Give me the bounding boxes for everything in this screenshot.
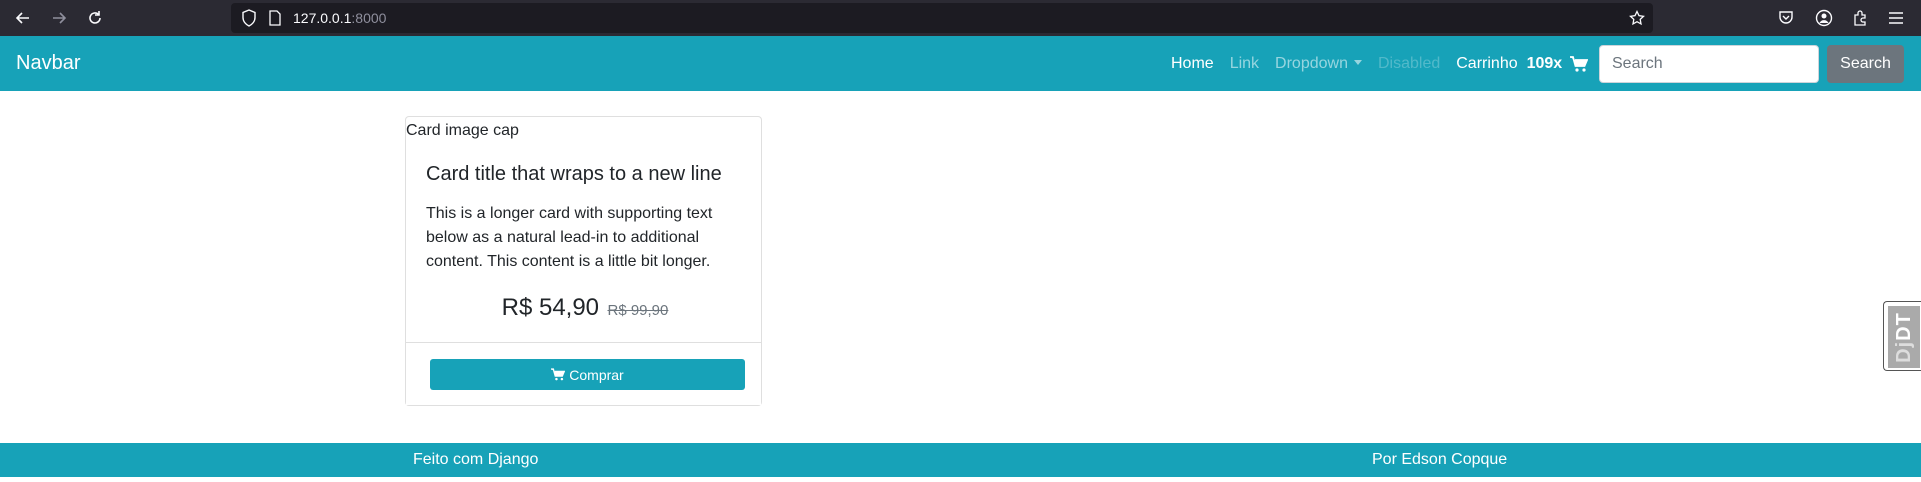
buy-button[interactable]: Comprar <box>430 359 745 390</box>
url-host: 127.0.0.1 <box>293 10 352 26</box>
search-input[interactable] <box>1599 45 1819 83</box>
forward-icon[interactable] <box>46 5 72 31</box>
debug-toolbar-handle[interactable]: DjDT <box>1883 301 1921 371</box>
search-button[interactable]: Search <box>1827 45 1904 83</box>
djdt-dj: Dj <box>1892 340 1915 363</box>
nav-link[interactable]: Link <box>1222 55 1267 73</box>
caret-down-icon <box>1353 60 1362 65</box>
shopping-cart-icon <box>551 368 566 381</box>
nav-dropdown-label: Dropdown <box>1275 55 1348 72</box>
debug-toolbar-logo: DjDT <box>1888 306 1920 368</box>
page-icon <box>269 10 281 26</box>
account-icon[interactable] <box>1812 6 1836 30</box>
browser-toolbar: 127.0.0.1:8000 <box>0 0 1921 36</box>
buy-button-label: Comprar <box>569 366 624 383</box>
reload-icon[interactable] <box>82 5 108 31</box>
djdt-dt: DT <box>1892 311 1915 341</box>
back-icon[interactable] <box>10 5 36 31</box>
footer-left-text: Feito com Django <box>413 451 539 468</box>
nav-home[interactable]: Home <box>1163 55 1222 73</box>
pocket-icon[interactable] <box>1774 6 1798 30</box>
url-text[interactable]: 127.0.0.1:8000 <box>293 10 386 26</box>
cart-label: Carrinho <box>1456 55 1518 72</box>
old-price: R$ 99,90 <box>607 302 669 319</box>
nav-links: Home Link Dropdown Disabled Carrinho 109… <box>1163 55 1596 73</box>
footer: Feito com Django Por Edson Copque <box>0 443 1921 477</box>
card-footer: Comprar <box>406 342 761 405</box>
card-image: Card image cap <box>406 122 519 139</box>
shopping-cart-icon <box>1570 56 1589 72</box>
nav-disabled: Disabled <box>1377 55 1441 72</box>
price-row: R$ 54,90 R$ 99,90 <box>426 294 744 322</box>
card-text: This is a longer card with supporting te… <box>426 205 713 270</box>
navbar: Navbar Home Link Dropdown Disabled Carri… <box>0 36 1921 91</box>
url-bar[interactable]: 127.0.0.1:8000 <box>231 3 1653 33</box>
nav-dropdown[interactable]: Dropdown <box>1267 55 1370 73</box>
bookmark-star-icon[interactable] <box>1629 7 1645 31</box>
extensions-icon[interactable] <box>1848 6 1872 30</box>
cart-count: 109x <box>1526 55 1563 72</box>
card-body: Card title that wraps to a new line This… <box>426 162 744 322</box>
footer-right-text: Por Edson Copque <box>1372 451 1508 468</box>
product-card: Card image cap Card title that wraps to … <box>405 116 762 406</box>
navbar-brand[interactable]: Navbar <box>16 52 80 75</box>
url-port: :8000 <box>351 10 387 26</box>
shield-icon[interactable] <box>241 9 257 27</box>
card-title: Card title that wraps to a new line <box>426 163 722 185</box>
hamburger-menu-icon[interactable] <box>1884 6 1908 30</box>
nav-cart[interactable]: Carrinho 109x <box>1448 55 1596 73</box>
current-price: R$ 54,90 <box>501 294 600 321</box>
